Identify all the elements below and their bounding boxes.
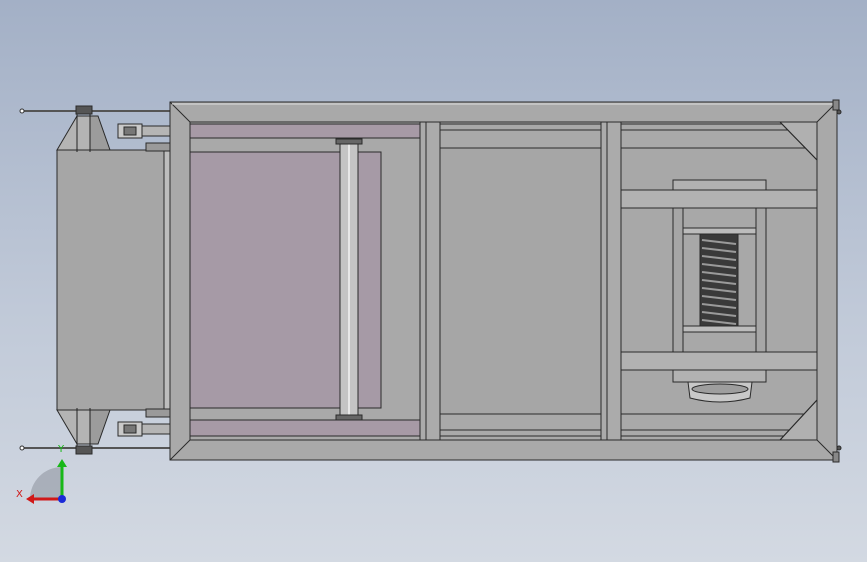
x-axis-label: X: [16, 489, 23, 500]
spring-mechanism: [620, 121, 818, 441]
x-axis-arrowhead: [26, 494, 34, 504]
y-axis-label: Y: [57, 444, 65, 455]
roller: [335, 138, 363, 421]
center-panel: [439, 147, 602, 415]
cad-viewport[interactable]: X Y: [0, 0, 867, 562]
hopper-body: [56, 105, 173, 455]
z-axis-dot: [58, 495, 66, 503]
triad-quarter-disc: [30, 467, 62, 499]
y-axis-arrowhead: [57, 459, 67, 467]
axis-triad[interactable]: X Y: [16, 444, 67, 504]
machine-assembly[interactable]: [19, 99, 842, 463]
